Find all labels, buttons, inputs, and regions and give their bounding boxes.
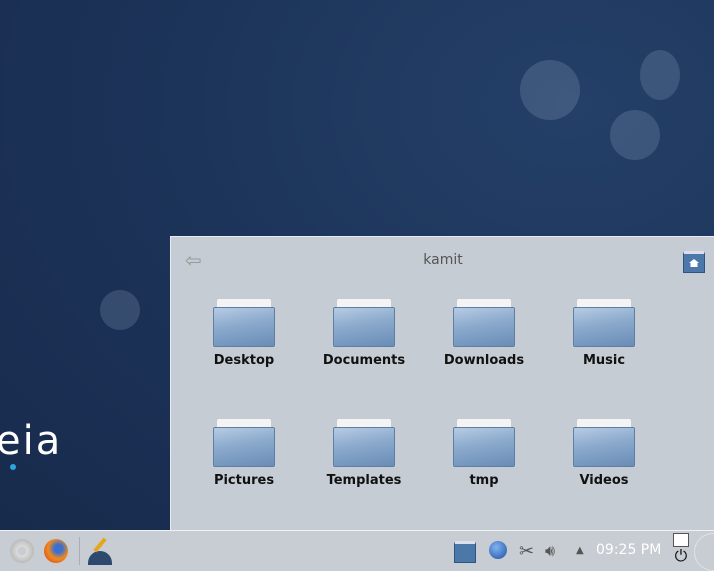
folder-icon (333, 419, 395, 467)
folder-icon (213, 299, 275, 347)
folder-item[interactable]: Music (544, 299, 664, 419)
folder-label: Templates (326, 473, 402, 488)
folder-item[interactable]: Pictures (184, 419, 304, 539)
folder-title: kamit (423, 252, 463, 268)
folder-item[interactable]: Videos (544, 419, 664, 539)
flower-decoration (640, 50, 680, 100)
folder-icon (213, 419, 275, 467)
folder-item[interactable]: Templates (304, 419, 424, 539)
folder-item[interactable]: tmp (424, 419, 544, 539)
folder-item[interactable]: Downloads (424, 299, 544, 419)
folder-label: Documents (322, 353, 406, 368)
folder-label: Desktop (213, 353, 275, 368)
panel-separator (79, 537, 80, 565)
mageia-logo: eia (0, 418, 62, 470)
klipper-scissors-icon[interactable]: ✂ (519, 541, 534, 562)
folder-label: Music (582, 353, 626, 368)
home-folder-icon[interactable] (454, 541, 476, 563)
folder-icon (453, 419, 515, 467)
folder-item[interactable]: Desktop (184, 299, 304, 419)
folder-label: tmp (469, 473, 499, 488)
flower-decoration (610, 110, 660, 160)
folder-icon (573, 299, 635, 347)
home-folder-icon[interactable] (683, 251, 705, 273)
folder-view-widget: ⇦ kamit for(let i=0;i<8;i++){document.wr… (170, 236, 714, 531)
folder-icon (573, 419, 635, 467)
folder-label: Downloads (443, 353, 525, 368)
flower-decoration (520, 60, 580, 120)
folder-label: Pictures (213, 473, 275, 488)
folder-label: Videos (579, 473, 629, 488)
settings-icon[interactable] (10, 539, 34, 563)
system-tool-icon[interactable] (86, 537, 114, 567)
folder-icon (333, 299, 395, 347)
folder-icon (453, 299, 515, 347)
desktop-toolbox-icon[interactable] (694, 533, 714, 571)
flower-decoration (100, 290, 140, 330)
power-icon[interactable]: ⏻ (672, 533, 690, 567)
expand-tray-arrow-icon[interactable]: ▲ (576, 545, 584, 565)
volume-icon[interactable]: 🔊︎ (545, 541, 555, 561)
network-globe-icon[interactable] (489, 541, 507, 559)
firefox-icon[interactable] (44, 539, 68, 563)
clock[interactable]: 09:25 PM (596, 542, 661, 558)
taskbar-panel: ✂ 🔊︎ ▲ 09:25 PM ⏻ (0, 530, 714, 571)
folder-item[interactable]: Documents (304, 299, 424, 419)
